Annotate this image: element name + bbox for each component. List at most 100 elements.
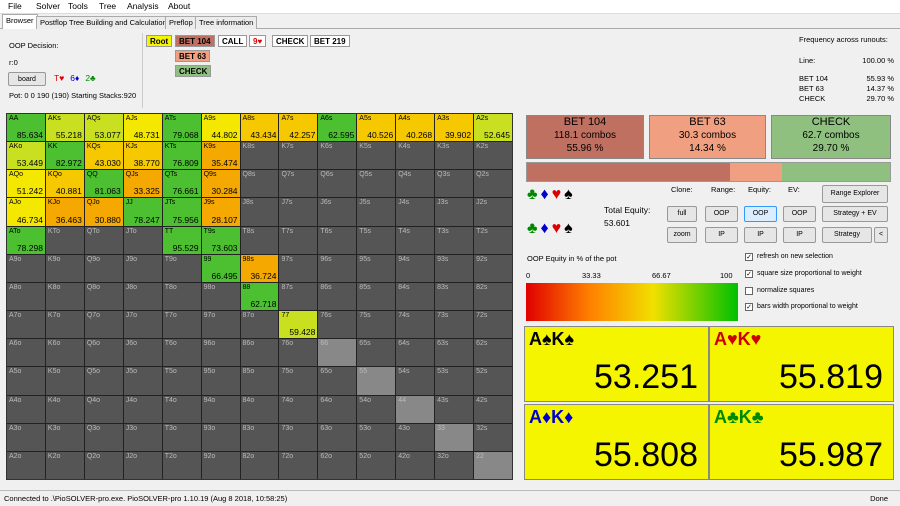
range-cell[interactable]: Q8o: [84, 282, 123, 311]
equity-ip-button[interactable]: IP: [744, 227, 777, 243]
range-cell[interactable]: T6o: [162, 339, 201, 367]
action-check-2[interactable]: CHECK: [175, 65, 212, 77]
range-cell[interactable]: 94s: [396, 254, 435, 282]
range-cell[interactable]: AQs 53.077: [84, 114, 123, 142]
range-cell[interactable]: 64o: [318, 395, 357, 423]
range-cell[interactable]: 33: [435, 423, 474, 451]
range-cell[interactable]: 55: [357, 367, 396, 395]
spade-icon[interactable]: ♠: [564, 220, 576, 237]
diamond-icon[interactable]: ♦: [541, 220, 552, 237]
range-cell[interactable]: Q9o: [84, 254, 123, 282]
range-cell[interactable]: A8s 43.434: [240, 114, 279, 142]
range-cell[interactable]: Q2s: [474, 170, 512, 198]
range-cell[interactable]: QJs 33.325: [123, 170, 162, 198]
menu-tools[interactable]: Tools: [68, 1, 88, 11]
range-cell[interactable]: KTs 76.809: [162, 142, 201, 170]
range-cell[interactable]: T4s: [396, 226, 435, 254]
range-cell[interactable]: J7s: [279, 198, 318, 226]
range-cell[interactable]: 22: [474, 451, 512, 479]
heart-icon[interactable]: ♥: [552, 220, 565, 237]
range-cell[interactable]: J8s: [240, 198, 279, 226]
tab-postflop[interactable]: Postflop Tree Building and Calculations: [36, 16, 175, 29]
range-cell[interactable]: 96o: [201, 339, 240, 367]
range-cell[interactable]: 65o: [318, 367, 357, 395]
range-cell[interactable]: 73o: [279, 423, 318, 451]
range-cell[interactable]: A4o: [7, 395, 45, 423]
strategy-button[interactable]: Strategy: [822, 227, 872, 243]
range-cell[interactable]: 97o: [201, 311, 240, 339]
suit-combo-clubs[interactable]: A♣K♣ 55.987: [709, 404, 894, 480]
range-cell[interactable]: ATs 79.068: [162, 114, 201, 142]
menu-solver[interactable]: Solver: [36, 1, 60, 11]
action-call[interactable]: CALL: [218, 35, 248, 47]
range-cell[interactable]: 72o: [279, 451, 318, 479]
range-cell[interactable]: JTo: [123, 226, 162, 254]
range-cell[interactable]: 54o: [357, 395, 396, 423]
zoom-button[interactable]: zoom: [667, 227, 697, 243]
range-cell[interactable]: J5s: [357, 198, 396, 226]
range-cell[interactable]: T6s: [318, 226, 357, 254]
range-cell[interactable]: QTs 76.661: [162, 170, 201, 198]
range-cell[interactable]: AJs 48.731: [123, 114, 162, 142]
menu-file[interactable]: File: [8, 1, 22, 11]
range-cell[interactable]: AKo 53.449: [7, 142, 45, 170]
range-cell[interactable]: 42o: [396, 451, 435, 479]
range-cell[interactable]: A9o: [7, 254, 45, 282]
heart-icon[interactable]: ♥: [552, 186, 565, 203]
range-cell[interactable]: Q8s: [240, 170, 279, 198]
menu-tree[interactable]: Tree: [99, 1, 116, 11]
range-cell[interactable]: A9s 44.802: [201, 114, 240, 142]
range-explorer-button[interactable]: Range Explorer: [822, 185, 888, 203]
range-cell[interactable]: A2s 52.645: [474, 114, 512, 142]
range-cell[interactable]: K6s: [318, 142, 357, 170]
range-cell[interactable]: J6s: [318, 198, 357, 226]
menu-analysis[interactable]: Analysis: [127, 1, 159, 11]
range-cell[interactable]: 74o: [279, 395, 318, 423]
action-check[interactable]: CHECK: [272, 35, 309, 47]
range-cell[interactable]: Q6o: [84, 339, 123, 367]
range-cell[interactable]: A2o: [7, 451, 45, 479]
range-cell[interactable]: 53o: [357, 423, 396, 451]
range-cell[interactable]: K4o: [45, 395, 84, 423]
tab-tree-info[interactable]: Tree information: [195, 16, 258, 29]
range-cell[interactable]: 93s: [435, 254, 474, 282]
range-cell[interactable]: K8s: [240, 142, 279, 170]
range-cell[interactable]: 65s: [357, 339, 396, 367]
ev-ip-button[interactable]: IP: [783, 227, 816, 243]
range-cell[interactable]: K3s: [435, 142, 474, 170]
range-cell[interactable]: JJ 78.247: [123, 198, 162, 226]
club-icon[interactable]: ♣: [527, 220, 541, 237]
range-cell[interactable]: K8o: [45, 282, 84, 311]
range-cell[interactable]: Q3o: [84, 423, 123, 451]
range-cell[interactable]: A5o: [7, 367, 45, 395]
range-cell[interactable]: QJo 30.880: [84, 198, 123, 226]
range-cell[interactable]: 63o: [318, 423, 357, 451]
tab-browser[interactable]: Browser: [2, 14, 38, 29]
range-cell[interactable]: T5s: [357, 226, 396, 254]
equity-oop-button[interactable]: OOP: [744, 206, 777, 222]
range-cell[interactable]: 97s: [279, 254, 318, 282]
range-cell[interactable]: 94o: [201, 395, 240, 423]
range-cell[interactable]: 76o: [279, 339, 318, 367]
range-cell[interactable]: T9s 73.603: [201, 226, 240, 254]
range-cell[interactable]: KTo: [45, 226, 84, 254]
spade-icon[interactable]: ♠: [564, 186, 576, 203]
range-cell[interactable]: 84o: [240, 395, 279, 423]
range-cell[interactable]: 43o: [396, 423, 435, 451]
range-cell[interactable]: 83s: [435, 282, 474, 311]
range-cell[interactable]: KQs 43.030: [84, 142, 123, 170]
range-cell[interactable]: 74s: [396, 311, 435, 339]
range-cell[interactable]: 66: [318, 339, 357, 367]
range-cell[interactable]: J7o: [123, 311, 162, 339]
full-button[interactable]: full: [667, 206, 697, 222]
square-size-checkbox[interactable]: ✓: [745, 270, 753, 278]
range-cell[interactable]: 73s: [435, 311, 474, 339]
range-cell[interactable]: J6o: [123, 339, 162, 367]
range-cell[interactable]: 77 59.428: [279, 311, 318, 339]
club-icon[interactable]: ♣: [527, 186, 541, 203]
range-cell[interactable]: 82s: [474, 282, 512, 311]
range-cell[interactable]: Q2o: [84, 451, 123, 479]
range-cell[interactable]: 82o: [240, 451, 279, 479]
range-cell[interactable]: 44: [396, 395, 435, 423]
range-cell[interactable]: T8s: [240, 226, 279, 254]
